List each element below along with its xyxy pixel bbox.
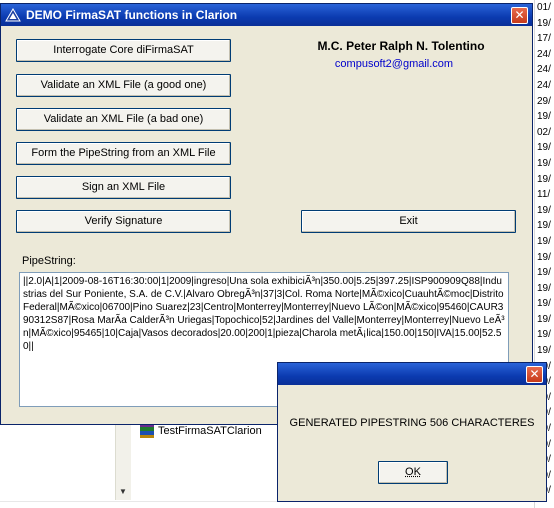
- ok-button-label: OK: [405, 466, 421, 478]
- winrar-archive-icon: [140, 423, 154, 438]
- date-cell: 24/: [537, 64, 551, 76]
- date-cell: 19/: [537, 157, 551, 169]
- author-name: M.C. Peter Ralph N. Tolentino: [317, 39, 485, 53]
- date-cell: 24/: [537, 79, 551, 91]
- date-cell: 19/: [537, 313, 551, 325]
- form-pipestring-button[interactable]: Form the PipeString from an XML File: [16, 142, 231, 165]
- exit-button[interactable]: Exit: [301, 210, 516, 233]
- message-dialog: ✕ GENERATED PIPESTRING 506 CHARACTERES O…: [277, 362, 547, 502]
- date-cell: 02/: [537, 126, 551, 138]
- clarion-app-icon: [5, 8, 21, 22]
- ok-button[interactable]: OK: [378, 461, 448, 484]
- date-cell: 11/: [537, 189, 551, 201]
- verify-signature-button[interactable]: Verify Signature: [16, 210, 231, 233]
- author-email-link[interactable]: compusoft2@gmail.com: [301, 58, 487, 70]
- sign-xml-button[interactable]: Sign an XML File: [16, 176, 231, 199]
- pipestring-label: PipeString:: [22, 255, 76, 267]
- date-cell: 01/: [537, 2, 551, 13]
- date-cell: 19/: [537, 329, 551, 341]
- dialog-title-bar[interactable]: ✕: [278, 363, 546, 385]
- scroll-down-arrow-icon[interactable]: ▼: [119, 487, 127, 496]
- validate-good-xml-button[interactable]: Validate an XML File (a good one): [16, 74, 231, 97]
- date-cell: 19/: [537, 204, 551, 216]
- close-icon[interactable]: ✕: [511, 7, 528, 24]
- date-cell: 24/: [537, 48, 551, 60]
- file-name: TestFirmaSATClarion: [158, 424, 262, 437]
- title-bar[interactable]: DEMO FirmaSAT functions in Clarion ✕: [1, 4, 532, 26]
- validate-bad-xml-button[interactable]: Validate an XML File (a bad one): [16, 108, 231, 131]
- explorer-bottom-edge: [0, 501, 534, 508]
- date-cell: 19/: [537, 173, 551, 185]
- date-cell: 19/: [537, 282, 551, 294]
- dialog-message: GENERATED PIPESTRING 506 CHARACTERES: [289, 417, 535, 429]
- dialog-close-icon[interactable]: ✕: [526, 366, 543, 383]
- date-cell: 29/: [537, 95, 551, 107]
- interrogate-core-button[interactable]: Interrogate Core diFirmaSAT: [16, 39, 231, 62]
- vertical-scrollbar[interactable]: ▼: [115, 420, 131, 500]
- date-cell: 19/: [537, 235, 551, 247]
- date-cell: 19/: [537, 251, 551, 263]
- date-cell: 19/: [537, 345, 551, 357]
- date-cell: 19/: [537, 220, 551, 232]
- date-cell: 19/: [537, 298, 551, 310]
- date-cell: 17/: [537, 33, 551, 45]
- date-cell: 19/: [537, 142, 551, 154]
- date-cell: 19/: [537, 111, 551, 123]
- date-cell: 19/: [537, 267, 551, 279]
- date-cell: 19/: [537, 17, 551, 29]
- file-item[interactable]: TestFirmaSATClarion: [140, 423, 262, 438]
- window-title: DEMO FirmaSAT functions in Clarion: [26, 8, 238, 22]
